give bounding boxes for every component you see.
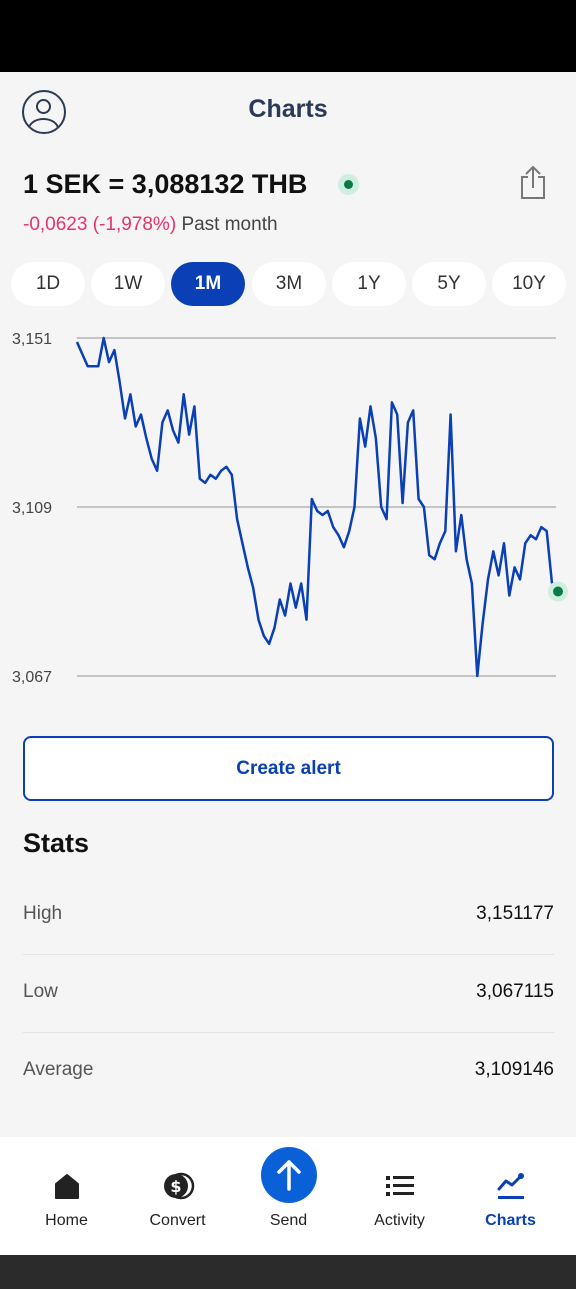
dollar-coins-icon: $ <box>163 1172 194 1200</box>
list-icon <box>385 1176 414 1196</box>
header: Charts <box>0 72 576 148</box>
nav-charts[interactable]: Charts <box>455 1137 566 1255</box>
nav-label: Charts <box>485 1212 536 1229</box>
rate-change-period: Past month <box>181 214 278 235</box>
stat-value: 3,109146 <box>474 1059 554 1080</box>
nav-label: Home <box>45 1212 88 1229</box>
tab-5y[interactable]: 5Y <box>412 262 486 306</box>
chart-icon <box>497 1173 524 1199</box>
tab-3m[interactable]: 3M <box>252 262 326 306</box>
nav-activity[interactable]: Activity <box>344 1137 455 1255</box>
y-tick-label: 3,067 <box>12 669 52 686</box>
last-point <box>553 586 563 597</box>
nav-home[interactable]: Home <box>11 1137 122 1255</box>
exchange-rate: 1 SEK = 3,088132 THB <box>23 169 308 199</box>
y-tick-label: 3,109 <box>12 500 52 517</box>
live-indicator-icon <box>338 174 359 195</box>
stat-value: 3,067115 <box>476 981 554 1002</box>
tab-1w[interactable]: 1W <box>91 262 165 306</box>
rate-chart[interactable]: 3,151 3,109 3,067 <box>0 320 576 700</box>
bottom-nav: Home $ Convert Send Activity Charts <box>0 1137 576 1255</box>
send-button[interactable] <box>260 1147 317 1203</box>
rate-chart-svg: 3,151 3,109 3,067 <box>12 331 568 686</box>
page-title: Charts <box>248 95 328 123</box>
stat-label: Average <box>23 1059 94 1080</box>
stat-label: Low <box>23 981 58 1002</box>
share-icon[interactable] <box>517 164 549 200</box>
stat-value: 3,151177 <box>476 903 554 924</box>
tab-1m[interactable]: 1M <box>171 262 245 306</box>
tab-10y[interactable]: 10Y <box>492 262 566 306</box>
home-icon <box>54 1174 79 1199</box>
stat-label: High <box>23 903 63 924</box>
tab-1d[interactable]: 1D <box>11 262 85 306</box>
nav-label: Activity <box>374 1212 425 1229</box>
y-tick-label: 3,151 <box>12 331 52 348</box>
nav-label: Send <box>269 1212 308 1229</box>
stats-title: Stats <box>23 828 90 858</box>
svg-text:$: $ <box>170 1177 181 1196</box>
rate-change: -0,0623 (-1,978%) Past month <box>23 214 278 236</box>
nav-send[interactable]: Send <box>233 1137 344 1255</box>
stat-row-low: Low 3,067115 <box>23 955 554 1033</box>
create-alert-button[interactable]: Create alert <box>23 736 554 801</box>
stat-row-high: High 3,151177 <box>23 877 554 955</box>
status-bar <box>0 0 576 72</box>
tab-1y[interactable]: 1Y <box>332 262 406 306</box>
nav-label: Convert <box>149 1212 206 1229</box>
stat-row-average: Average 3,109146 <box>23 1033 554 1111</box>
rate-change-value: -0,0623 (-1,978%) <box>23 214 177 235</box>
range-tabs: 1D 1W 1M 3M 1Y 5Y 10Y <box>11 262 576 306</box>
system-bar <box>0 1255 576 1289</box>
nav-convert[interactable]: $ Convert <box>122 1137 233 1255</box>
arrow-up-icon <box>276 1160 301 1191</box>
